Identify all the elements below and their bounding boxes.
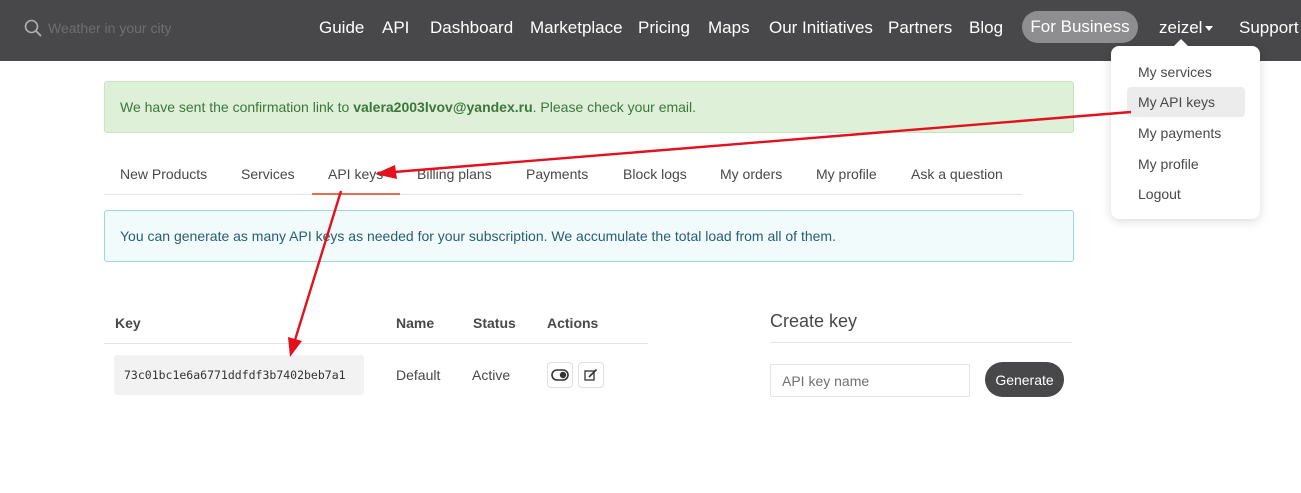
menu-item-logout[interactable]: Logout [1127,179,1245,209]
for-business-button[interactable]: For Business [1022,11,1138,43]
nav-maps[interactable]: Maps [708,17,750,39]
menu-item-my-services[interactable]: My services [1127,57,1245,87]
toggle-key-button[interactable] [547,362,573,388]
column-header-status: Status [473,315,516,331]
column-header-actions: Actions [547,315,599,331]
active-tab-indicator [312,193,400,195]
nav-blog[interactable]: Blog [969,17,1003,39]
support-menu-toggle[interactable]: Support [1239,17,1301,39]
api-key-name: Default [396,367,441,383]
tab-services[interactable]: Services [241,166,295,182]
table-header-divider [104,343,648,344]
username: zeizel [1159,18,1203,37]
api-key-name-input[interactable] [770,364,970,397]
tab-my-orders[interactable]: My orders [720,166,782,182]
search-icon [24,19,42,37]
nav-our-initiatives[interactable]: Our Initiatives [769,17,873,39]
top-navbar: Guide API Dashboard Marketplace Pricing … [0,0,1301,61]
caret-down-icon [1205,26,1214,32]
nav-marketplace[interactable]: Marketplace [530,17,623,39]
tab-block-logs[interactable]: Block logs [623,166,687,182]
info-alert-text: You can generate as many API keys as nee… [120,228,836,244]
tab-billing-plans[interactable]: Billing plans [417,166,492,182]
account-tabs: New Products Services API keys Billing p… [104,155,1022,195]
menu-item-my-api-keys[interactable]: My API keys [1127,87,1245,117]
dropdown-pointer [1173,39,1189,47]
alert-email: valera2003lvov@yandex.ru [353,99,533,115]
create-key-title: Create key [770,311,858,331]
nav-pricing[interactable]: Pricing [638,17,690,39]
alert-suffix: . Please check your email. [532,99,697,115]
nav-dashboard[interactable]: Dashboard [430,17,513,39]
search-box[interactable] [24,17,204,39]
tab-ask-a-question[interactable]: Ask a question [911,166,1003,182]
nav-partners[interactable]: Partners [888,17,952,39]
support-label: Support [1239,18,1299,37]
api-key-value[interactable]: 73c01bc1e6a6771ddfdf3b7402beb7a1 [114,355,364,395]
tab-new-products[interactable]: New Products [120,166,207,182]
edit-key-button[interactable] [578,362,604,388]
tab-my-profile[interactable]: My profile [816,166,877,182]
alert-prefix: We have sent the confirmation link to [120,99,354,115]
confirmation-alert: We have sent the confirmation link to va… [104,81,1074,133]
nav-guide[interactable]: Guide [319,17,364,39]
menu-item-my-payments[interactable]: My payments [1127,118,1245,148]
create-key-divider [770,342,1072,343]
tab-api-keys[interactable]: API keys [328,166,383,182]
generate-button[interactable]: Generate [985,362,1064,397]
user-dropdown-menu: My services My API keys My payments My p… [1111,39,1260,219]
api-key-status: Active [472,367,511,383]
user-menu-toggle[interactable]: zeizel [1159,17,1214,39]
toggle-icon [551,369,569,381]
tab-payments[interactable]: Payments [526,166,588,182]
column-header-name: Name [396,315,435,331]
search-input[interactable] [48,20,198,36]
column-header-key: Key [115,315,141,331]
edit-icon [584,368,598,381]
info-alert: You can generate as many API keys as nee… [104,210,1074,262]
menu-item-my-profile[interactable]: My profile [1127,149,1245,179]
nav-api[interactable]: API [382,17,409,39]
